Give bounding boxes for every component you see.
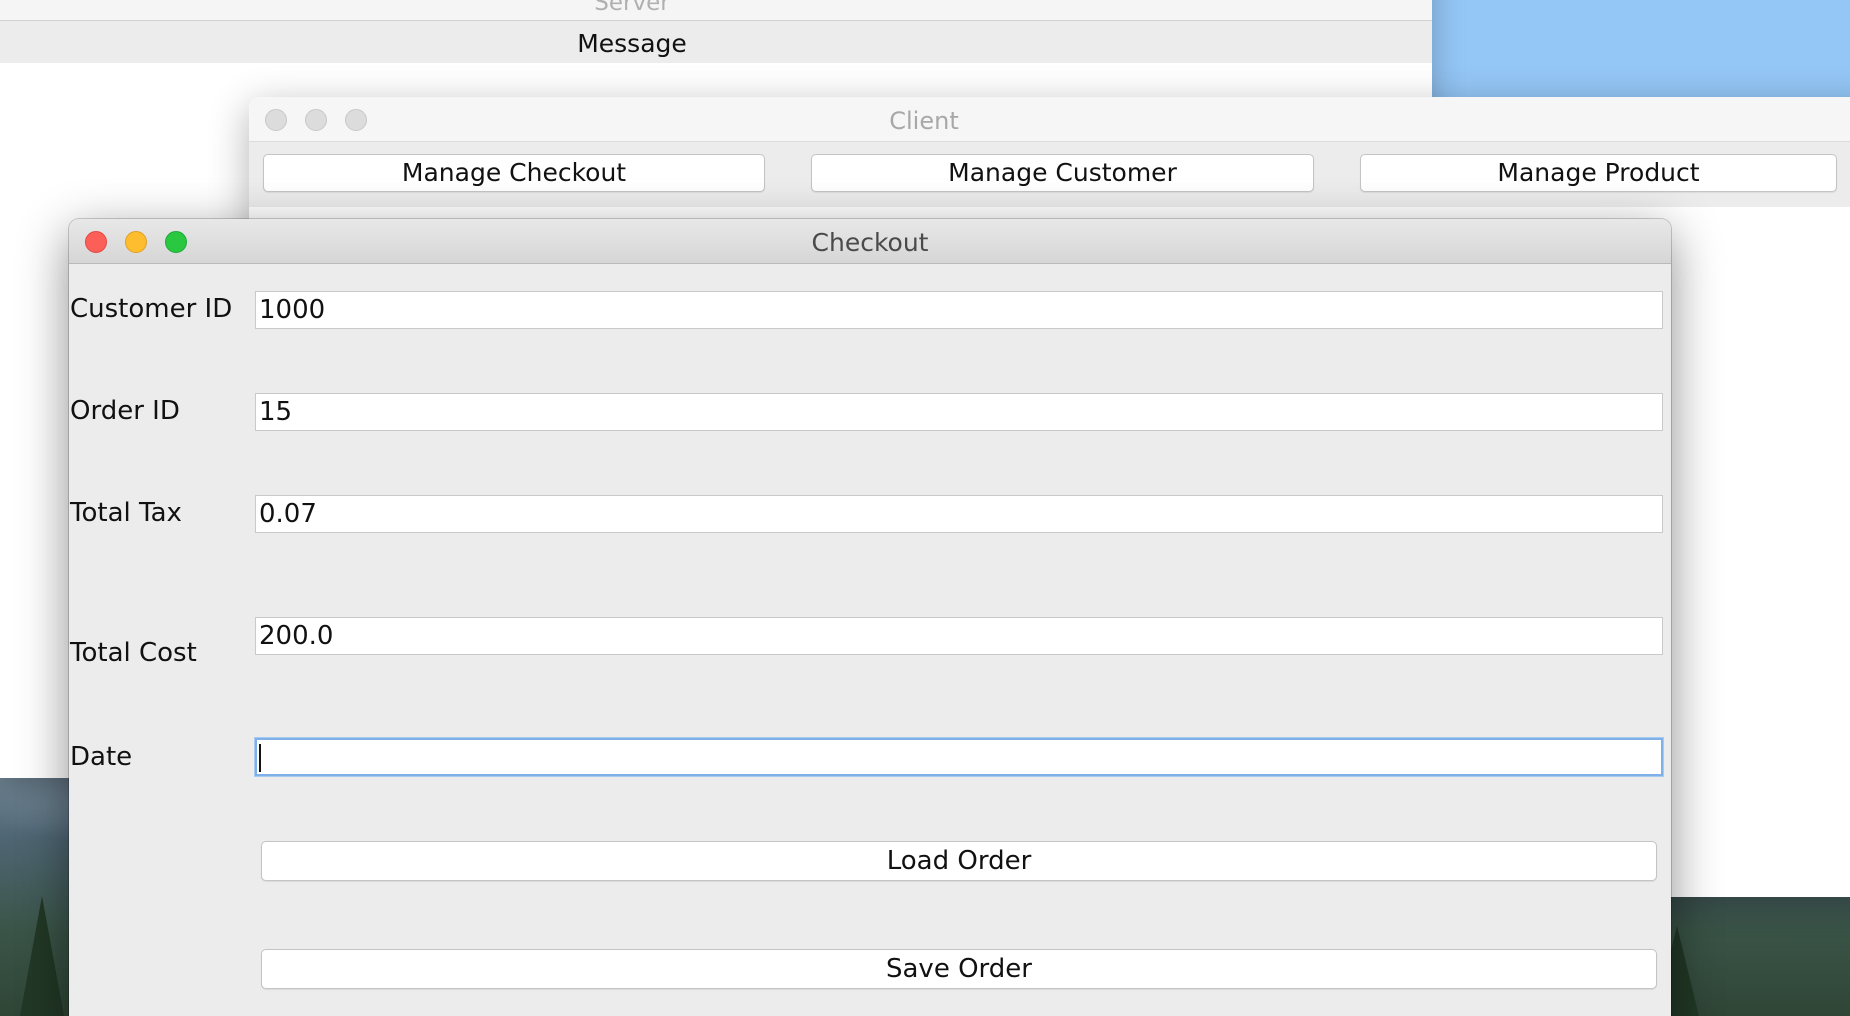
load-order-button[interactable]: Load Order <box>261 841 1657 881</box>
desktop: Server Message Client Manage Checkout Ma… <box>0 0 1850 1016</box>
order-id-label: Order ID <box>70 396 180 426</box>
date-label: Date <box>70 742 133 772</box>
total-cost-label: Total Cost <box>70 638 197 668</box>
manage-checkout-button[interactable]: Manage Checkout <box>263 154 765 192</box>
total-tax-field[interactable] <box>255 495 1663 533</box>
save-order-button[interactable]: Save Order <box>261 949 1657 989</box>
total-tax-label: Total Tax <box>70 498 182 528</box>
server-titlebar[interactable]: Server <box>0 0 1432 21</box>
total-cost-field[interactable] <box>255 617 1663 655</box>
order-id-field[interactable] <box>255 393 1663 431</box>
customer-id-field[interactable] <box>255 291 1663 329</box>
checkout-titlebar[interactable]: Checkout <box>69 219 1671 264</box>
server-message-bar: Message <box>0 21 1432 63</box>
server-window-title: Server <box>594 0 670 16</box>
client-toolbar: Manage Checkout Manage Customer Manage P… <box>249 142 1850 207</box>
manage-product-button[interactable]: Manage Product <box>1360 154 1837 192</box>
server-message-label: Message <box>577 29 687 58</box>
text-caret <box>259 744 261 772</box>
customer-id-label: Customer ID <box>70 294 233 324</box>
tree-decoration <box>20 896 64 1016</box>
date-field[interactable] <box>255 738 1663 776</box>
checkout-window: Checkout Customer ID Order ID Total Tax … <box>69 219 1671 1016</box>
client-titlebar[interactable]: Client <box>249 97 1850 142</box>
client-window-title: Client <box>889 107 959 135</box>
checkout-window-title: Checkout <box>811 228 929 257</box>
manage-customer-button[interactable]: Manage Customer <box>811 154 1314 192</box>
